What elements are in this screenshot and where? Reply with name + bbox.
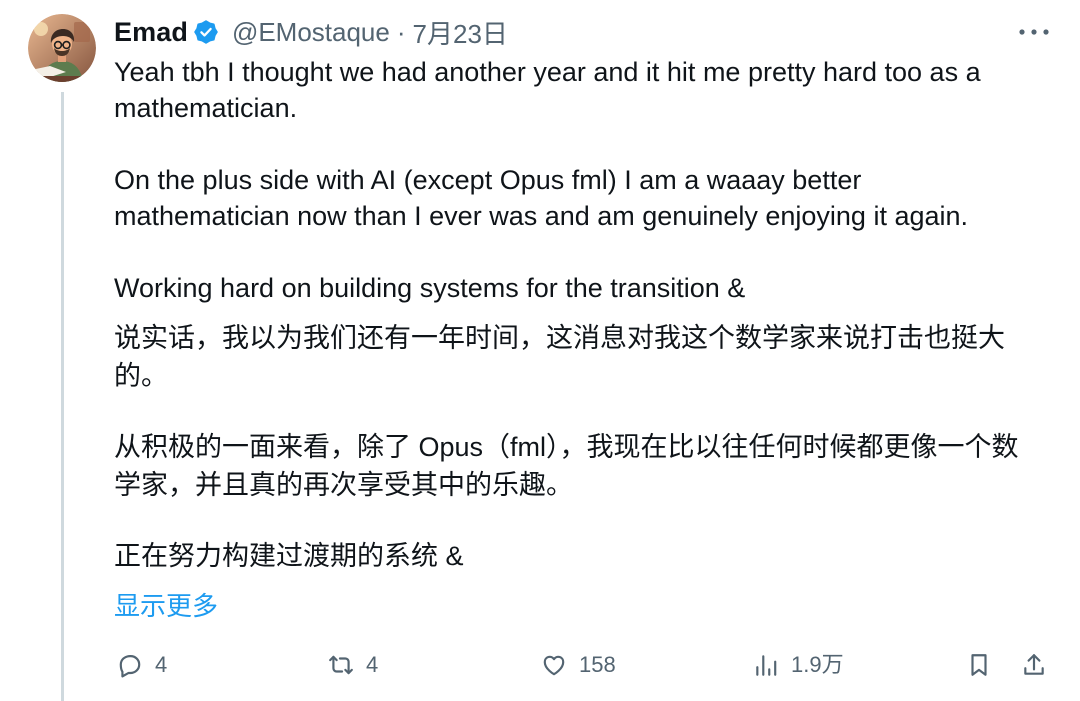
show-more-link[interactable]: 显示更多 — [114, 587, 218, 625]
thread-line — [61, 92, 64, 701]
text-line: Working hard on building systems for the… — [114, 273, 746, 303]
more-icon[interactable] — [1018, 26, 1050, 38]
views-icon[interactable] — [753, 652, 779, 678]
share-icon[interactable] — [1021, 652, 1047, 678]
views-count: 1.9万 — [791, 652, 844, 677]
tweet: Emad @EMostaque · 7月23日 Yeah tbh I thoug… — [0, 0, 1080, 701]
text-line: Yeah tbh I thought we had another year a… — [114, 57, 981, 87]
views-button[interactable]: 1.9万 — [753, 650, 844, 680]
like-count: 158 — [579, 652, 616, 677]
reply-count: 4 — [155, 652, 168, 677]
paragraph: Yeah tbh I thought we had another year a… — [114, 54, 981, 126]
paragraph: 说实话，我以为我们还有一年时间，这消息对我这个数学家来说打击也挺大 的。 — [114, 319, 1019, 395]
retweet-count: 4 — [366, 652, 379, 677]
share-button[interactable] — [1021, 650, 1047, 680]
bookmark-button[interactable] — [966, 650, 992, 680]
tweet-header: Emad @EMostaque · 7月23日 — [114, 13, 508, 51]
text-line: On the plus side with AI (except Opus fm… — [114, 165, 862, 195]
like-button[interactable]: 158 — [541, 650, 616, 680]
retweet-icon[interactable] — [328, 652, 354, 678]
author-handle[interactable]: @EMostaque — [232, 17, 390, 48]
reply-icon[interactable] — [117, 652, 143, 678]
bookmark-icon[interactable] — [966, 652, 992, 678]
text-line: 学家，并且真的再次享受其中的乐趣。 — [114, 470, 573, 500]
text-line: 的。 — [114, 361, 168, 391]
heart-icon[interactable] — [541, 652, 567, 678]
text-line: mathematician now than I ever was and am… — [114, 201, 969, 231]
text-line: 从积极的一面来看，除了 Opus（fml），我现在比以往任何时候都更像一个数 — [114, 432, 1019, 462]
tweet-text: Yeah tbh I thought we had another year a… — [114, 54, 981, 342]
paragraph: 从积极的一面来看，除了 Opus（fml），我现在比以往任何时候都更像一个数 学… — [114, 428, 1019, 504]
paragraph: On the plus side with AI (except Opus fm… — [114, 162, 981, 234]
avatar[interactable] — [28, 14, 96, 82]
text-line: 正在努力构建过渡期的系统 & — [114, 541, 464, 571]
reply-button[interactable]: 4 — [117, 650, 167, 680]
tweet-date[interactable]: 7月23日 — [413, 14, 508, 51]
verified-badge-icon[interactable] — [194, 20, 218, 44]
text-line: 说实话，我以为我们还有一年时间，这消息对我这个数学家来说打击也挺大 — [114, 323, 1005, 353]
text-line: mathematician. — [114, 93, 298, 123]
translated-text: 说实话，我以为我们还有一年时间，这消息对我这个数学家来说打击也挺大 的。 从积极… — [114, 319, 1019, 608]
retweet-button[interactable]: 4 — [328, 650, 378, 680]
separator: · — [396, 16, 406, 47]
paragraph: 正在努力构建过渡期的系统 & — [114, 537, 1019, 575]
paragraph: Working hard on building systems for the… — [114, 270, 981, 306]
author-name[interactable]: Emad — [114, 17, 188, 48]
